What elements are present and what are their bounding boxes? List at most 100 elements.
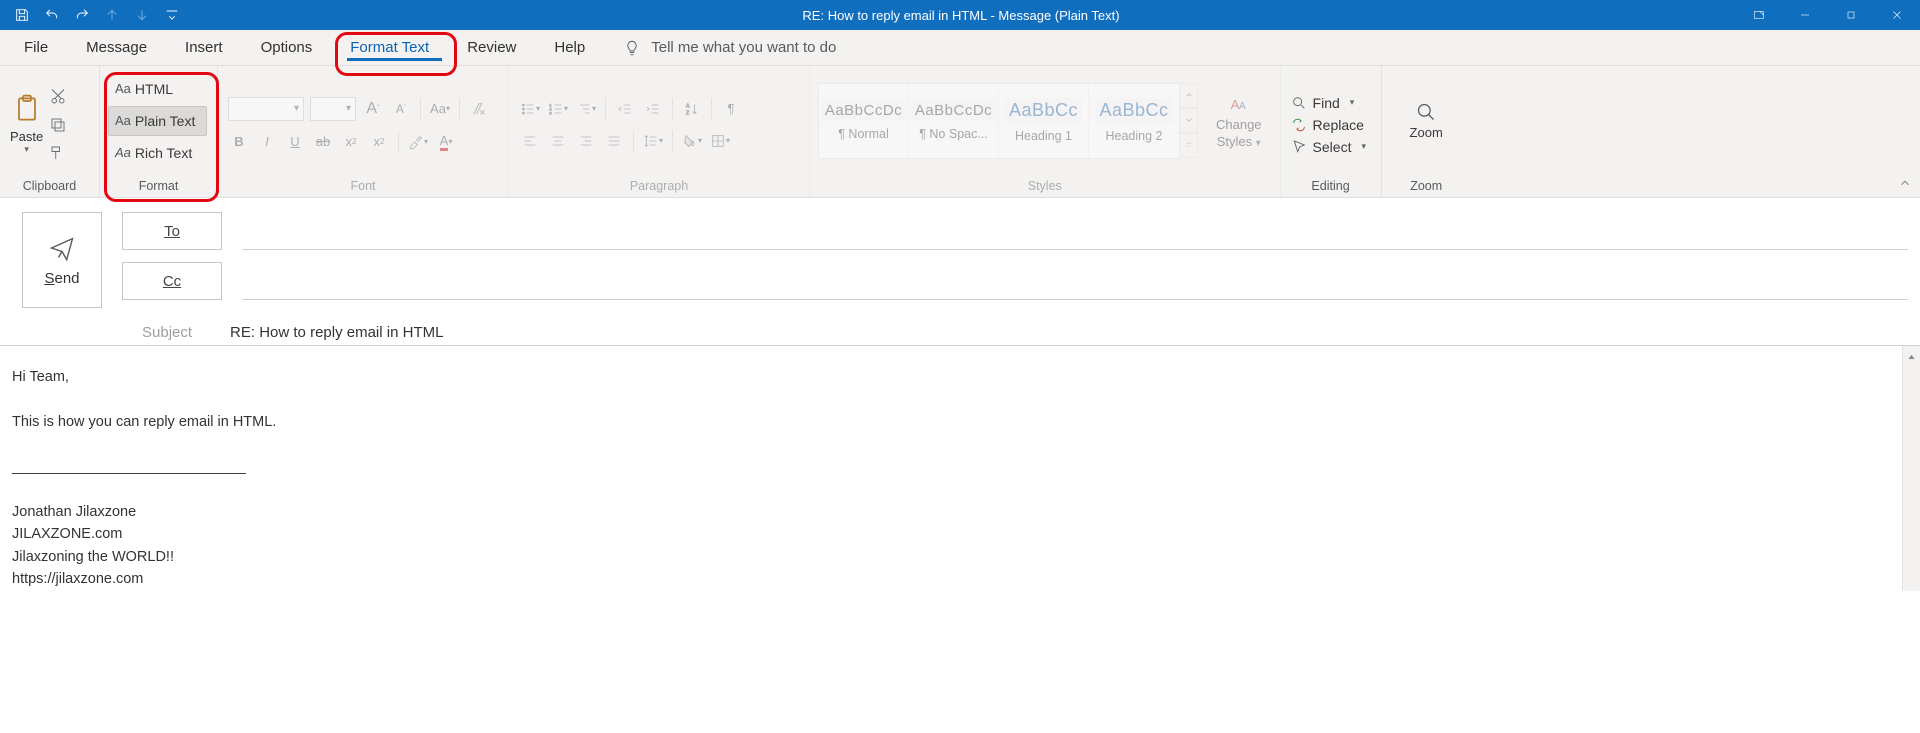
group-label-editing: Editing xyxy=(1281,175,1381,197)
style-normal[interactable]: AaBbCcDc¶ Normal xyxy=(819,84,909,158)
to-field[interactable] xyxy=(242,212,1908,250)
maximize-icon[interactable] xyxy=(1828,0,1874,30)
signature-line: https://jilaxzone.com xyxy=(12,568,1908,590)
style-heading-1[interactable]: AaBbCcHeading 1 xyxy=(999,84,1089,158)
group-label-styles: Styles xyxy=(810,175,1280,197)
tab-file[interactable]: File xyxy=(6,30,66,65)
group-label-zoom: Zoom xyxy=(1382,175,1471,197)
clipboard-icon xyxy=(11,93,43,127)
replace-icon xyxy=(1291,117,1307,133)
body-separator: _____________________________ xyxy=(12,456,1908,478)
tab-format-text[interactable]: Format Text xyxy=(332,30,447,65)
tell-me-placeholder: Tell me what you want to do xyxy=(651,39,836,56)
paste-button[interactable]: Paste ▾ xyxy=(0,87,47,155)
styles-gallery-more[interactable] xyxy=(1180,83,1198,159)
tab-help[interactable]: Help xyxy=(536,30,603,65)
italic-icon[interactable]: I xyxy=(256,131,278,153)
line-spacing-icon[interactable]: ▾ xyxy=(642,130,664,152)
tell-me-search[interactable]: Tell me what you want to do xyxy=(623,30,836,65)
bullets-icon[interactable]: ▾ xyxy=(519,98,541,120)
numbering-icon[interactable]: 123▾ xyxy=(547,98,569,120)
close-icon[interactable] xyxy=(1874,0,1920,30)
svg-text:A: A xyxy=(1239,101,1246,112)
ribbon-display-options-icon[interactable] xyxy=(1736,0,1782,30)
highlight-icon[interactable]: ▾ xyxy=(407,131,429,153)
svg-text:3: 3 xyxy=(549,110,552,115)
minimize-icon[interactable] xyxy=(1782,0,1828,30)
replace-button[interactable]: Replace xyxy=(1291,117,1371,133)
select-button[interactable]: Select▾ xyxy=(1291,139,1371,155)
font-name-combo[interactable]: ▾ xyxy=(228,97,304,121)
align-right-icon[interactable] xyxy=(575,130,597,152)
grow-font-icon[interactable]: Aˆ xyxy=(362,98,384,120)
show-paragraph-marks-icon[interactable]: ¶ xyxy=(720,98,742,120)
format-painter-icon[interactable] xyxy=(49,144,69,164)
subscript-icon[interactable]: x2 xyxy=(340,131,362,153)
group-format: AaHTML AaPlain Text AaRich Text Format xyxy=(100,66,218,197)
undo-icon[interactable] xyxy=(38,1,66,29)
collapse-ribbon-icon[interactable] xyxy=(1898,176,1912,193)
align-center-icon[interactable] xyxy=(547,130,569,152)
cc-field[interactable] xyxy=(242,262,1908,300)
tab-insert[interactable]: Insert xyxy=(167,30,241,65)
shrink-font-icon[interactable]: Aˇ xyxy=(390,98,412,120)
to-button[interactable]: To xyxy=(122,212,222,250)
svg-text:Z: Z xyxy=(686,110,690,116)
save-icon[interactable] xyxy=(8,1,36,29)
change-styles-icon: AA xyxy=(1228,93,1250,115)
font-size-combo[interactable]: ▾ xyxy=(310,97,356,121)
message-body[interactable]: Hi Team, This is how you can reply email… xyxy=(0,345,1920,591)
signature-line: JILAXZONE.com xyxy=(12,523,1908,545)
strikethrough-icon[interactable]: ab xyxy=(312,131,334,153)
scroll-up-icon[interactable] xyxy=(1906,348,1917,360)
group-label-font: Font xyxy=(218,175,508,197)
decrease-indent-icon[interactable] xyxy=(614,98,636,120)
tab-review[interactable]: Review xyxy=(449,30,534,65)
tab-options[interactable]: Options xyxy=(243,30,331,65)
zoom-button[interactable]: Zoom xyxy=(1400,97,1453,144)
compose-area: Send To Cc Subject RE: How to reply emai… xyxy=(0,198,1920,341)
group-editing: Find▾ Replace Select▾ Editing xyxy=(1281,66,1382,197)
underline-icon[interactable]: U xyxy=(284,131,306,153)
tab-message[interactable]: Message xyxy=(68,30,165,65)
styles-gallery[interactable]: AaBbCcDc¶ Normal AaBbCcDc¶ No Spac... Aa… xyxy=(818,83,1180,159)
lightbulb-icon xyxy=(623,39,641,57)
align-left-icon[interactable] xyxy=(519,130,541,152)
style-no-spacing[interactable]: AaBbCcDc¶ No Spac... xyxy=(909,84,999,158)
chevron-down-icon: ▾ xyxy=(10,144,43,155)
justify-icon[interactable] xyxy=(603,130,625,152)
format-plain-text-button[interactable]: AaPlain Text xyxy=(108,106,207,136)
format-rich-text-button[interactable]: AaRich Text xyxy=(108,138,207,168)
group-label-clipboard: Clipboard xyxy=(0,175,99,197)
borders-icon[interactable]: ▾ xyxy=(709,130,731,152)
cc-button[interactable]: Cc xyxy=(122,262,222,300)
body-line: Hi Team, xyxy=(12,366,1908,388)
customize-qat-icon[interactable] xyxy=(158,1,186,29)
bold-icon[interactable]: B xyxy=(228,131,250,153)
cut-icon[interactable] xyxy=(49,88,69,108)
format-html-button[interactable]: AaHTML xyxy=(108,74,207,104)
send-button[interactable]: Send xyxy=(22,212,102,308)
signature-line: Jonathan Jilaxzone xyxy=(12,501,1908,523)
subject-field[interactable]: RE: How to reply email in HTML xyxy=(230,324,443,341)
group-zoom: Zoom Zoom xyxy=(1382,66,1471,197)
magnifier-icon xyxy=(1415,101,1437,123)
clear-formatting-icon[interactable] xyxy=(468,98,490,120)
style-heading-2[interactable]: AaBbCcHeading 2 xyxy=(1089,84,1179,158)
change-case-icon[interactable]: Aa ▾ xyxy=(429,98,451,120)
paste-label: Paste xyxy=(10,129,43,144)
vertical-scrollbar[interactable] xyxy=(1902,346,1920,591)
find-button[interactable]: Find▾ xyxy=(1291,95,1371,111)
sort-icon[interactable]: AZ xyxy=(681,98,703,120)
font-color-icon[interactable]: A ▾ xyxy=(435,131,457,153)
superscript-icon[interactable]: x2 xyxy=(368,131,390,153)
multilevel-list-icon[interactable]: ▾ xyxy=(575,98,597,120)
change-styles-button[interactable]: AA Change Styles ▾ xyxy=(1206,89,1272,153)
group-styles: AaBbCcDc¶ Normal AaBbCcDc¶ No Spac... Aa… xyxy=(810,66,1281,197)
signature-line: Jilaxzoning the WORLD!! xyxy=(12,546,1908,568)
redo-icon[interactable] xyxy=(68,1,96,29)
cursor-icon xyxy=(1291,139,1307,155)
copy-icon[interactable] xyxy=(49,116,69,136)
increase-indent-icon[interactable] xyxy=(642,98,664,120)
shading-icon[interactable]: ▾ xyxy=(681,130,703,152)
